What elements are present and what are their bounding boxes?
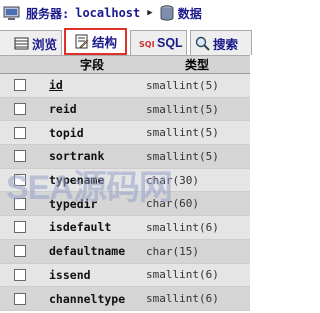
row-checkbox[interactable] (14, 197, 26, 210)
field-name: channeltype (40, 286, 144, 311)
fields-table: 字段 类型 id smallint(5) reid smallint(5) to… (0, 56, 250, 311)
tab-structure-label: 结构 (92, 36, 118, 50)
field-type: char(60) (144, 191, 250, 217)
select-column-header (0, 56, 40, 74)
tab-structure[interactable]: 结构 (64, 28, 127, 55)
row-checkbox[interactable] (14, 174, 26, 187)
table-row: topid smallint(5) (0, 120, 250, 146)
field-column-header[interactable]: 字段 (40, 56, 144, 74)
database-icon (160, 5, 174, 21)
table-header-row: 字段 类型 (0, 56, 250, 74)
field-type: char(30) (144, 168, 250, 193)
tab-search-label: 搜索 (213, 37, 239, 52)
field-name: reid (40, 97, 144, 122)
row-checkbox[interactable] (14, 150, 26, 163)
table-row: isdefault smallint(6) (0, 215, 250, 240)
tab-sql-label: SQL (157, 36, 183, 50)
table-row: typename char(30) (0, 168, 250, 193)
table-row: channeltype smallint(6) (0, 286, 250, 311)
tab-browse[interactable]: 浏览 (0, 30, 62, 55)
tab-sql[interactable]: SQL SQL (130, 30, 187, 55)
tab-bar: 浏览 结构 SQL SQL 搜索 (0, 26, 252, 56)
structure-icon (75, 34, 89, 49)
field-name: defaultname (40, 239, 144, 264)
field-name: isdefault (40, 215, 144, 240)
field-type: char(15) (144, 239, 250, 264)
field-name: issend (40, 263, 144, 288)
sql-icon: SQL (139, 40, 154, 49)
row-checkbox[interactable] (14, 268, 26, 281)
browse-icon (14, 37, 29, 49)
type-column-header[interactable]: 类型 (144, 56, 250, 74)
tab-browse-label: 浏览 (32, 37, 58, 52)
breadcrumb: 服务器: localhost ▶ 数据 (0, 0, 250, 26)
field-type: smallint(6) (144, 215, 250, 240)
server-icon (3, 6, 20, 20)
svg-text:SQL: SQL (139, 40, 154, 49)
field-type: smallint(5) (144, 73, 250, 98)
breadcrumb-arrow-icon: ▶ (147, 8, 153, 18)
field-type: smallint(6) (144, 263, 250, 288)
row-checkbox[interactable] (14, 126, 26, 139)
row-checkbox[interactable] (14, 245, 26, 258)
database-link[interactable]: 数据 (178, 5, 202, 22)
row-checkbox[interactable] (14, 103, 26, 116)
field-type: smallint(5) (144, 97, 250, 122)
row-checkbox[interactable] (14, 292, 26, 305)
field-name: sortrank (40, 144, 144, 169)
table-row: sortrank smallint(5) (0, 144, 250, 169)
table-row: defaultname char(15) (0, 239, 250, 264)
server-label: 服务器: (26, 6, 70, 21)
table-row: id smallint(5) (0, 73, 250, 98)
tab-search[interactable]: 搜索 (190, 30, 252, 55)
row-checkbox[interactable] (14, 221, 26, 234)
field-name: typename (40, 168, 144, 193)
field-type: smallint(6) (144, 286, 250, 311)
field-type: smallint(5) (144, 144, 250, 169)
field-name: topid (40, 120, 144, 146)
row-checkbox[interactable] (14, 79, 26, 92)
table-row: issend smallint(6) (0, 263, 250, 288)
search-icon (195, 36, 210, 51)
field-type: smallint(5) (144, 120, 250, 146)
field-name: typedir (40, 191, 144, 217)
table-row: reid smallint(5) (0, 97, 250, 122)
table-row: typedir char(60) (0, 191, 250, 217)
server-link[interactable]: localhost (75, 6, 140, 20)
field-name: id (40, 73, 144, 98)
